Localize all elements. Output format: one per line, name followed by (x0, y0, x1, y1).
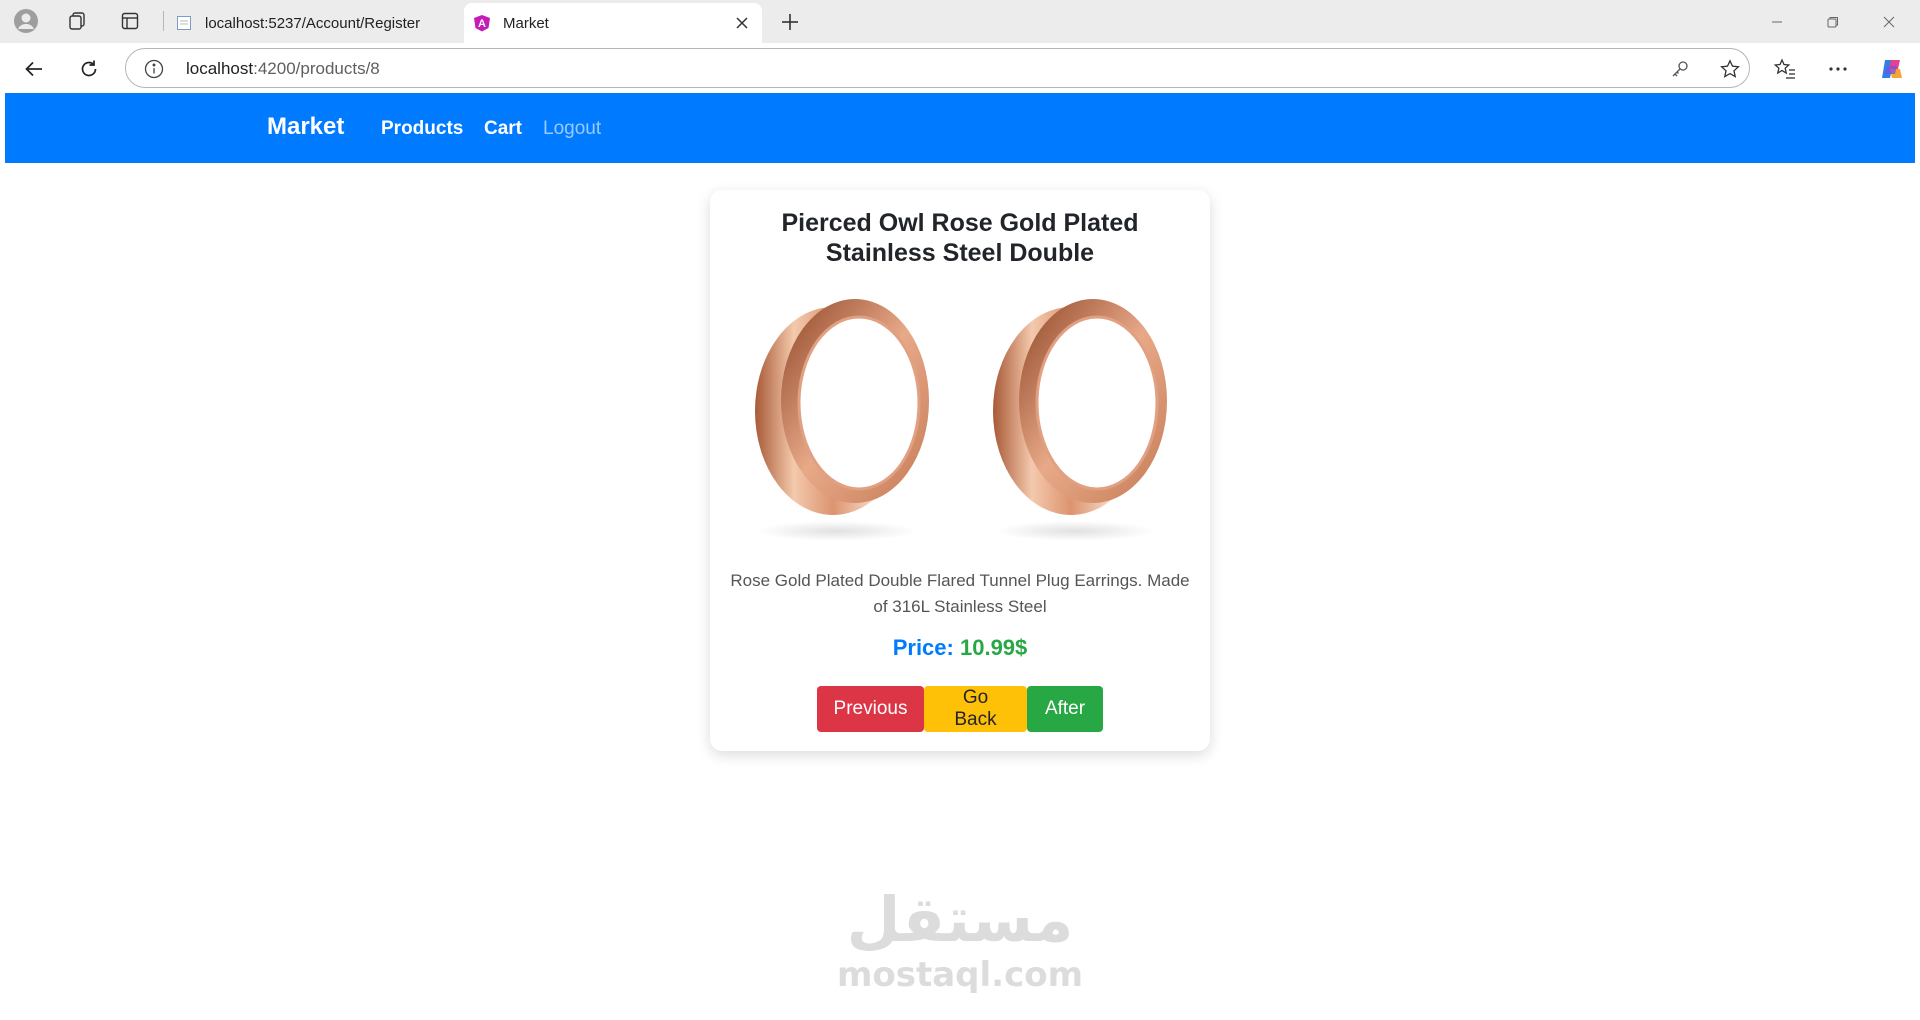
nav-link-cart[interactable]: Cart (484, 118, 522, 140)
svg-text:A: A (478, 18, 486, 30)
angular-logo-icon: A (473, 14, 491, 32)
url-path: :4200/products/8 (253, 59, 380, 78)
price-label: Price: (892, 635, 954, 660)
tab-actions-icon[interactable] (114, 6, 146, 36)
nav-link-logout[interactable]: Logout (543, 118, 601, 140)
favorite-star-icon[interactable] (1718, 57, 1742, 81)
tab-title: Market (503, 14, 549, 32)
site-info-icon[interactable] (144, 59, 164, 79)
browser-tab-bar: localhost:5237/Account/Register A Market (0, 0, 1920, 43)
copilot-icon[interactable] (1876, 53, 1908, 85)
close-window-icon[interactable] (1861, 0, 1917, 43)
navigation-buttons: Previous Go Back After (817, 686, 1103, 732)
workspaces-icon[interactable] (61, 6, 93, 36)
nav-link-products[interactable]: Products (381, 118, 463, 140)
password-key-icon[interactable] (1668, 57, 1692, 81)
url-host: localhost (186, 59, 254, 78)
tab-separator (163, 11, 164, 31)
previous-button[interactable]: Previous (817, 686, 924, 732)
earring-right (993, 299, 1167, 541)
product-card: Pierced Owl Rose Gold Plated Stainless S… (710, 190, 1210, 751)
price-value: 10.99$ (959, 635, 1028, 660)
more-options-icon[interactable] (1822, 53, 1854, 85)
product-price: Price: 10.99$ (710, 635, 1210, 661)
back-icon[interactable] (17, 52, 51, 86)
page-favicon-icon (175, 14, 193, 32)
site-navbar: Market Products Cart Logout (5, 93, 1915, 163)
page-viewport: Market Products Cart Logout Pierced Owl … (5, 93, 1915, 1015)
brand-logo[interactable]: Market (267, 113, 344, 141)
favorites-icon[interactable] (1769, 53, 1801, 85)
earring-left (755, 299, 929, 541)
url-text: localhost:4200/products/8 (186, 59, 380, 79)
watermark-arabic: مستقل (846, 883, 1074, 956)
product-description: Rose Gold Plated Double Flared Tunnel Pl… (730, 571, 1190, 616)
close-tab-icon[interactable] (728, 9, 756, 37)
after-button[interactable]: After (1027, 686, 1103, 732)
profile-icon[interactable] (10, 6, 42, 36)
watermark-latin: mostaql.com (836, 955, 1084, 995)
reload-icon[interactable] (72, 52, 106, 86)
restore-icon[interactable] (1805, 0, 1861, 43)
product-title: Pierced Owl Rose Gold Plated Stainless S… (781, 209, 1139, 267)
tab-market[interactable]: A Market (464, 3, 762, 43)
mostaql-watermark: مستقل mostaql.com (5, 883, 1915, 996)
product-image (755, 299, 1167, 541)
go-back-button[interactable]: Go Back (924, 686, 1027, 732)
tab-register[interactable]: localhost:5237/Account/Register (166, 3, 462, 43)
minimize-icon[interactable] (1749, 0, 1805, 43)
new-tab-icon[interactable] (774, 6, 806, 38)
address-bar[interactable]: localhost:4200/products/8 (125, 48, 1750, 88)
tab-title: localhost:5237/Account/Register (205, 14, 421, 32)
browser-toolbar: localhost:4200/products/8 (0, 43, 1920, 93)
